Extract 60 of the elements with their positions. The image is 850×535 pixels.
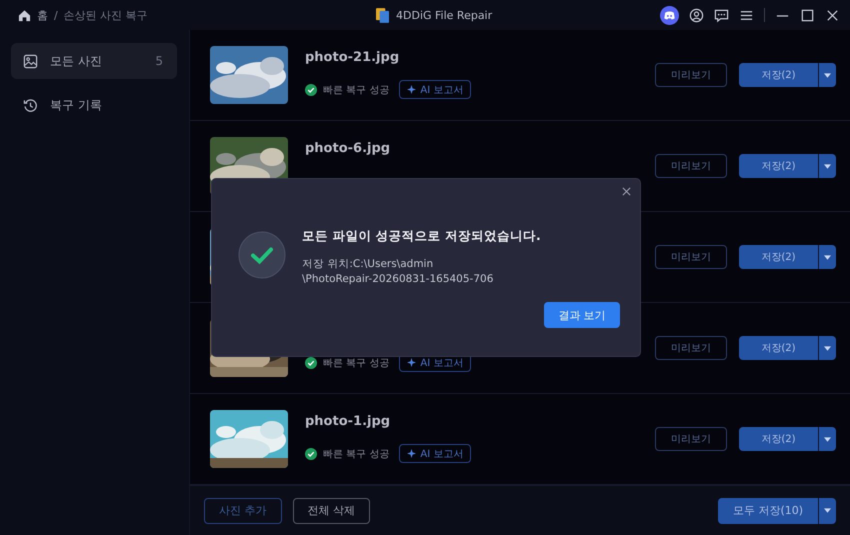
sidebar-item[interactable]: 복구 기록 [11,87,177,123]
preview-button[interactable]: 미리보기 [655,427,727,451]
account-icon[interactable] [689,8,704,22]
status-text: 빠른 복구 성공 [323,356,390,370]
app-title: 4DDiG File Repair [396,8,492,22]
history-icon [23,98,38,112]
delete-all-button[interactable]: 전체 삭제 [292,498,370,524]
close-icon[interactable] [622,187,631,196]
caret-icon [824,254,831,260]
close-icon[interactable] [825,8,840,22]
app-logo-icon [376,8,389,22]
sparkle-icon [407,358,416,367]
file-name: photo-21.jpg [305,50,400,66]
ai-report-button[interactable]: AI 보고서 [399,444,472,463]
dropdown-button[interactable] [818,63,836,87]
sparkle-icon [407,85,416,94]
file-name: photo-1.jpg [305,414,392,430]
dialog-title: 모든 파일이 성공적으로 저장되었습니다. [302,228,541,245]
caret-icon [824,508,831,513]
dropdown-button[interactable] [818,245,836,269]
ai-report-button[interactable]: AI 보고서 [399,80,472,99]
chat-icon[interactable] [714,8,729,22]
preview-button[interactable]: 미리보기 [655,336,727,360]
breadcrumb-item[interactable]: 홈 [37,8,48,22]
dropdown-button[interactable] [818,154,836,178]
caret-icon [824,164,831,168]
save-path: \PhotoRepair-20260831-165405-706 [302,272,494,287]
save-all-button[interactable]: 모두 저장(10) [718,498,818,524]
file-name: photo-6.jpg [305,141,392,157]
success-icon [238,231,286,279]
save-button[interactable]: 저장(2) [739,336,818,360]
home-icon[interactable] [18,8,31,22]
community-icon[interactable] [660,6,679,24]
breadcrumb-item: 손상된 사진 복구 [64,8,148,22]
view-results-button[interactable]: 결과 보기 [544,302,620,328]
success-icon [305,84,317,96]
breadcrumb-separator: / [54,8,58,22]
save-button[interactable]: 저장(2) [739,245,818,269]
save-button[interactable]: 저장(2) [739,63,818,87]
dropdown-button[interactable] [818,336,836,360]
preview-button[interactable]: 미리보기 [655,63,727,87]
dropdown-button[interactable] [818,427,836,451]
preview-button[interactable]: 미리보기 [655,154,727,178]
caret-icon [824,72,831,78]
caret-icon [824,346,831,350]
sparkle-icon [407,449,416,458]
preview-button[interactable]: 미리보기 [655,245,727,269]
image-icon [23,54,38,68]
maximize-icon[interactable] [800,8,815,22]
save-path: 저장 위치:C:\Users\admin [302,257,434,272]
status-text: 빠른 복구 성공 [323,84,390,96]
status-text: 빠른 복구 성공 [323,448,390,460]
save-button[interactable]: 저장(2) [739,154,818,178]
success-icon [305,448,317,460]
add-photo-button[interactable]: 사진 추가 [204,498,282,524]
caret-icon [824,436,831,442]
dropdown-button[interactable] [818,498,836,524]
sidebar-item[interactable]: 모든 사진 5 [11,43,177,79]
save-button[interactable]: 저장(2) [739,427,818,451]
success-icon [305,356,317,368]
